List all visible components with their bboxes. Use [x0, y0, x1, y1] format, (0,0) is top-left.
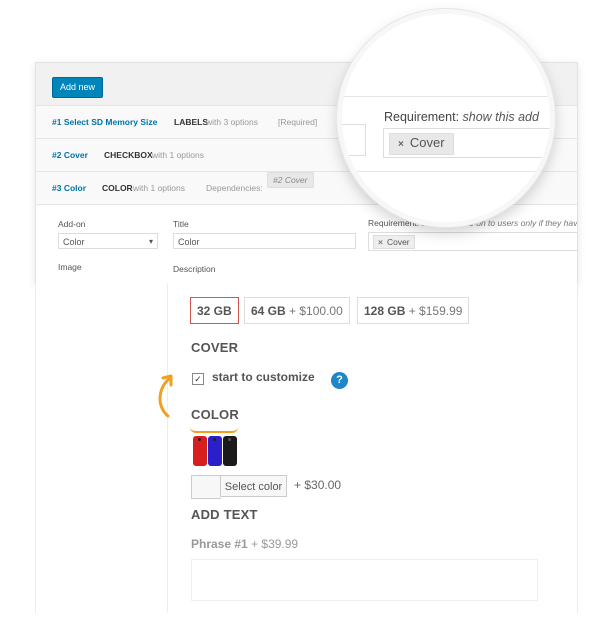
- zoomed-requirement-field: × Cover: [383, 128, 550, 158]
- addon-row-type: COLOR: [102, 183, 133, 193]
- addon-row-meta: with 1 options: [133, 183, 185, 193]
- description-label: Description: [173, 264, 216, 274]
- addon-row-required: [Required]: [278, 117, 318, 127]
- addon-select[interactable]: Color ▾: [58, 233, 158, 249]
- zoomed-requirement-label: Requirement: show this add: [384, 110, 539, 124]
- phone-blue-swatch[interactable]: [208, 436, 222, 466]
- size-option-128gb[interactable]: 128 GB + $159.99: [357, 297, 470, 324]
- chevron-down-icon: ▾: [148, 237, 153, 246]
- highlight-underline: [190, 427, 238, 433]
- title-label: Title: [173, 219, 189, 229]
- color-swatches[interactable]: [193, 436, 239, 466]
- addon-row-title[interactable]: #3 Color: [52, 172, 86, 205]
- remove-tag-icon: ×: [398, 139, 404, 150]
- select-color-button[interactable]: Select color: [220, 475, 287, 497]
- addon-row-type: CHECKBOX: [104, 150, 153, 160]
- phone-red-swatch[interactable]: [193, 436, 207, 466]
- product-options-content: 32 GB 64 GB + $100.00 128 GB + $159.99 C…: [167, 283, 580, 613]
- color-heading: COLOR: [191, 407, 239, 422]
- product-options-panel: 32 GB 64 GB + $100.00 128 GB + $159.99 C…: [35, 283, 578, 613]
- size-option-64gb[interactable]: 64 GB + $100.00: [244, 297, 350, 324]
- color-preview-swatch[interactable]: [191, 475, 221, 499]
- curved-arrow-icon: [158, 374, 173, 418]
- addon-row-meta: with 3 options: [206, 117, 258, 127]
- cover-checkbox-label[interactable]: start to customize: [212, 370, 315, 384]
- requirement-field[interactable]: × Cover: [368, 232, 577, 251]
- size-option-32gb[interactable]: 32 GB: [190, 297, 239, 324]
- cover-heading: COVER: [191, 340, 239, 355]
- color-price: + $30.00: [294, 478, 342, 492]
- addon-row-meta: with 1 options: [152, 150, 204, 160]
- help-icon[interactable]: ?: [331, 372, 348, 389]
- cover-checkbox[interactable]: ✓: [192, 373, 204, 385]
- addon-select-value: Color: [63, 237, 85, 247]
- add-text-heading: ADD TEXT: [191, 507, 258, 522]
- add-new-button[interactable]: Add new: [52, 77, 104, 98]
- dependency-badge: #2 Cover: [267, 172, 314, 188]
- phrase-label: Phrase #1 + $39.99: [191, 537, 299, 551]
- image-label: Image: [58, 262, 82, 272]
- zoomed-requirement-tag: × Cover: [389, 133, 454, 155]
- addon-label: Add-on: [58, 219, 86, 229]
- dependencies-label: Dependencies:: [206, 183, 263, 193]
- addon-row-type: LABELS: [174, 117, 208, 127]
- addon-row-title[interactable]: #2 Cover: [52, 139, 88, 172]
- requirement-tag: × Cover: [373, 235, 415, 249]
- title-input[interactable]: Color: [173, 233, 356, 249]
- phrase-input[interactable]: [191, 559, 538, 601]
- magnifier-zoom: Requirement: show this add × Cover: [337, 9, 555, 227]
- phone-black-swatch[interactable]: [223, 436, 237, 466]
- addon-edit-form: Add-on Color ▾ Title Color Requirement: …: [36, 204, 577, 283]
- zoomed-input-edge: [342, 124, 366, 156]
- addon-row-title[interactable]: #1 Select SD Memory Size: [52, 106, 157, 139]
- remove-tag-icon[interactable]: ×: [378, 237, 383, 247]
